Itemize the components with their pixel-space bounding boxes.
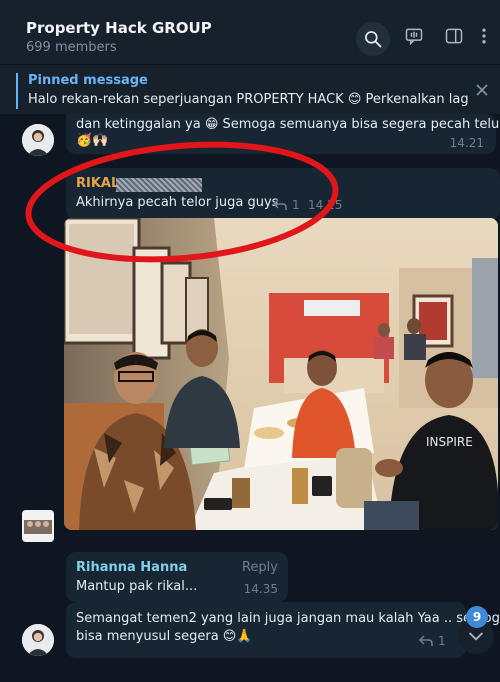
sender-name[interactable]: Rihanna Hanna <box>76 560 187 575</box>
message-emoji: 🥳🙌🏻 <box>76 133 109 148</box>
restaurant-photo: INSPIRE <box>64 218 498 530</box>
chat-header: Property Hack GROUP 699 members <box>0 0 500 64</box>
message-text: Akhirnya pecah telor juga guys <box>76 195 279 210</box>
message-time: 14.21 <box>449 136 484 150</box>
close-icon[interactable] <box>472 80 492 100</box>
search-icon <box>365 31 382 48</box>
search-button[interactable] <box>356 22 390 56</box>
reply-arrow-icon[interactable] <box>418 634 434 648</box>
live-chat-button[interactable] <box>400 22 428 50</box>
svg-text:INSPIRE: INSPIRE <box>426 435 473 449</box>
avatar[interactable] <box>22 510 54 542</box>
member-count: 699 members <box>26 40 117 55</box>
live-chat-icon <box>405 28 423 46</box>
reply-button[interactable]: Reply <box>242 560 278 575</box>
message-bubble[interactable]: Semangat temen2 yang lain juga jangan ma… <box>66 602 500 658</box>
unread-badge[interactable]: 9 <box>466 606 488 628</box>
chevron-down-icon <box>469 632 483 641</box>
message-bubble[interactable]: Rihanna Hanna Reply Mantup pak rikal... … <box>66 552 288 602</box>
message-text: Mantup pak rikal... <box>76 579 198 594</box>
message-text: dan ketinggalan ya 😁 Semoga semuanya bis… <box>76 117 500 132</box>
sidebar-icon <box>445 28 463 44</box>
pinned-text: Halo rekan-rekan seperjuangan PROPERTY H… <box>28 92 468 107</box>
blurred-sender-tag <box>116 178 202 192</box>
sidebar-toggle-button[interactable] <box>440 22 468 50</box>
pinned-indicator <box>16 73 18 109</box>
message-text-line2: bisa menyusul segera 😊🙏 <box>76 629 253 644</box>
message-bubble[interactable]: dan ketinggalan ya 😁 Semoga semuanya bis… <box>66 114 500 154</box>
avatar[interactable] <box>22 624 54 656</box>
message-text-line1: Semangat temen2 yang lain juga jangan ma… <box>76 611 500 626</box>
message-time: 14.25 <box>308 198 343 212</box>
reply-count[interactable]: 1 <box>292 198 300 212</box>
message-list[interactable]: dan ketinggalan ya 😁 Semoga semuanya bis… <box>0 114 500 682</box>
reply-arrow-icon[interactable] <box>272 198 288 212</box>
more-icon <box>482 28 486 44</box>
photo-message[interactable]: INSPIRE <box>64 218 498 530</box>
message-bubble[interactable]: RIKAL Akhirnya pecah telor juga guys 1 1… <box>66 168 500 220</box>
message-time: 14.35 <box>243 582 278 596</box>
more-button[interactable] <box>474 22 494 50</box>
pinned-message-bar[interactable]: Pinned message Halo rekan-rekan seperjua… <box>0 64 500 114</box>
chat-title[interactable]: Property Hack GROUP <box>26 19 212 37</box>
avatar[interactable] <box>22 124 54 156</box>
sender-name[interactable]: RIKAL <box>76 176 119 191</box>
reply-count[interactable]: 1 <box>438 634 446 648</box>
pinned-title: Pinned message <box>28 73 148 88</box>
